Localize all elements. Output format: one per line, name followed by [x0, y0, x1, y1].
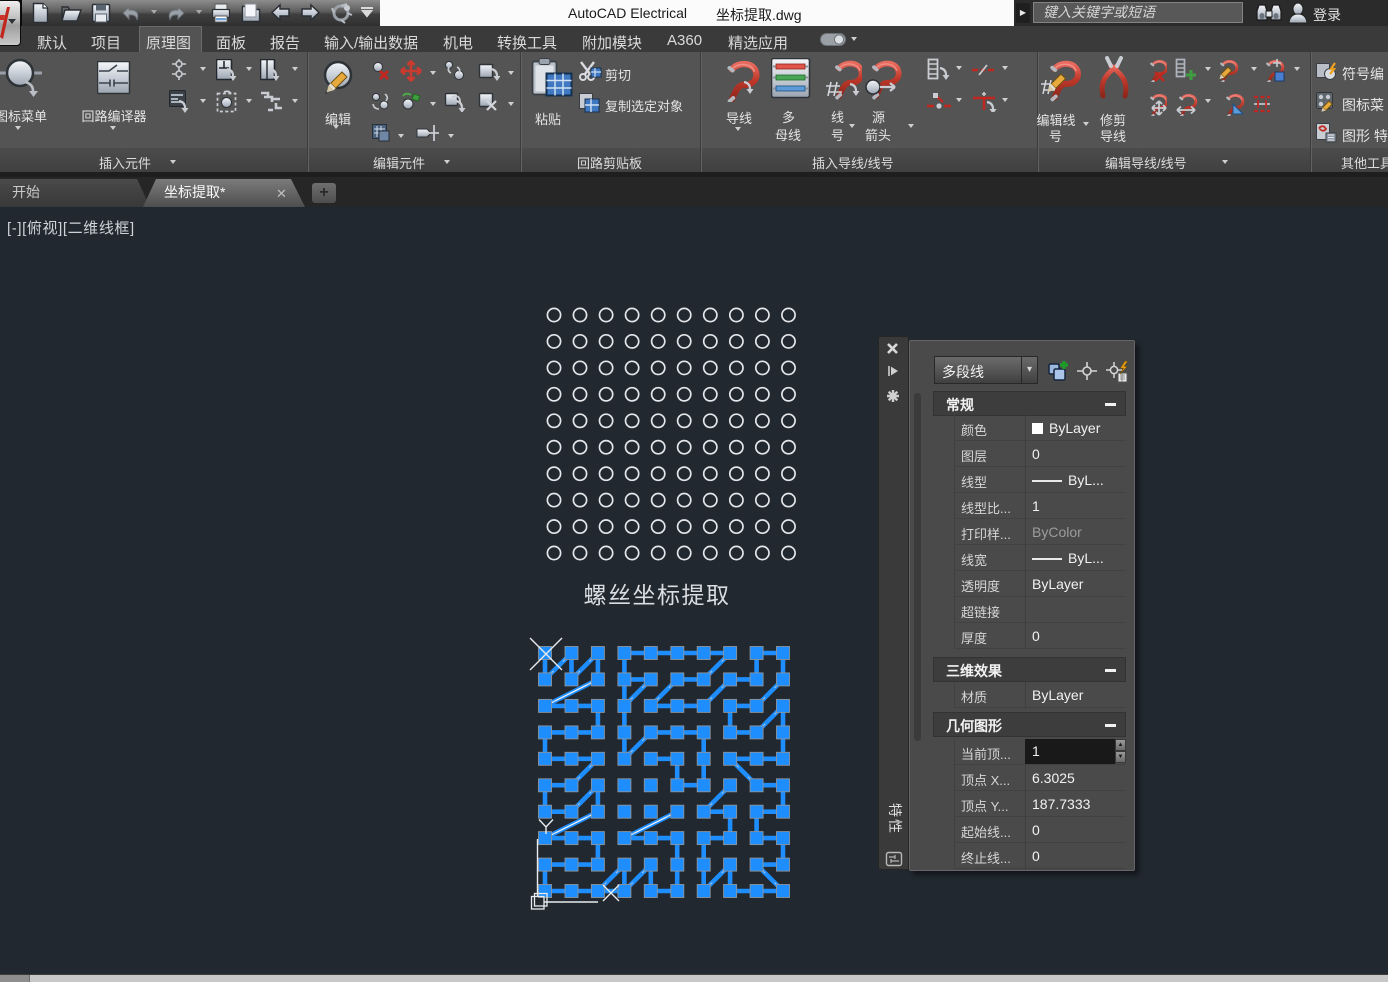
svg-text:螺丝坐标提取: 螺丝坐标提取: [584, 582, 731, 608]
svg-text:[-][俯视][二维线框]: [-][俯视][二维线框]: [7, 220, 135, 237]
